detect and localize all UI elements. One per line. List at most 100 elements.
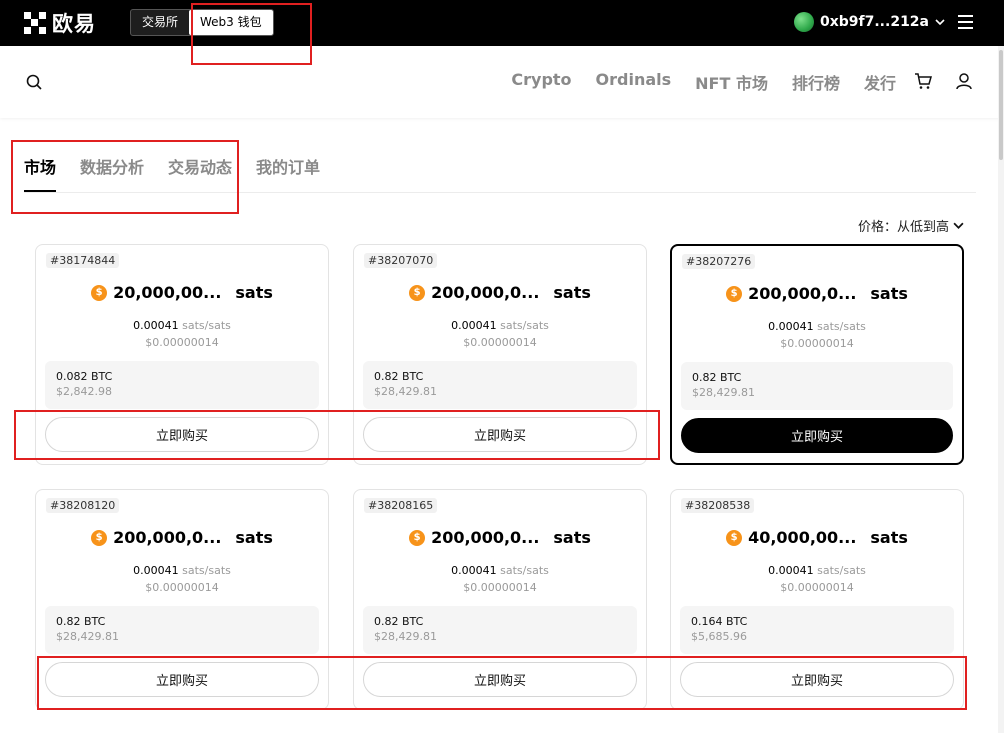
search-icon[interactable] [26, 74, 42, 90]
chevron-down-icon [953, 222, 964, 229]
amount-value: 200,000,0... [113, 528, 222, 547]
total-usd: $28,429.81 [374, 630, 437, 643]
wallet-address: 0xb9f7...212a [820, 14, 929, 30]
amount-unit: sats [553, 283, 591, 302]
total-btc: 0.082 BTC [56, 370, 113, 383]
total-price: 0.082 BTC $2,842.98 [45, 361, 319, 409]
unit-price: 0.00041 sats/sats [354, 564, 646, 577]
inscription-id: #38207276 [682, 254, 756, 269]
rate-unit: sats/sats [500, 319, 549, 332]
rate-value: 0.00041 [768, 320, 814, 333]
listing-amount: $ 200,000,0... sats [354, 283, 646, 302]
unit-price: 0.00041 sats/sats [354, 319, 646, 332]
coin-icon: $ [91, 529, 108, 546]
wallet-avatar [794, 12, 814, 32]
total-btc: 0.82 BTC [374, 370, 424, 383]
nav-nft-market[interactable]: NFT 市场 [695, 70, 768, 94]
inscription-id: #38208538 [681, 498, 755, 513]
total-usd: $28,429.81 [692, 386, 755, 399]
amount-unit: sats [870, 284, 908, 303]
total-price: 0.82 BTC $28,429.81 [363, 606, 637, 654]
annotation-box-buy-row-2 [37, 656, 967, 710]
logo-text: 欧易 [52, 12, 96, 36]
rate-value: 0.00041 [133, 564, 179, 577]
rate-unit: sats/sats [817, 564, 866, 577]
unit-price: 0.00041 sats/sats [36, 319, 328, 332]
unit-price-usd: $0.00000014 [780, 581, 854, 594]
listing-amount: $ 20,000,00... sats [36, 283, 328, 302]
okx-logo-icon [24, 12, 46, 34]
buy-now-button[interactable]: 立即购买 [681, 418, 953, 453]
unit-price-usd: $0.00000014 [463, 581, 537, 594]
total-usd: $28,429.81 [56, 630, 119, 643]
amount-unit: sats [553, 528, 591, 547]
unit-price-usd: $0.00000014 [463, 336, 537, 349]
okx-logo[interactable]: 欧易 [24, 10, 96, 36]
rate-unit: sats/sats [817, 320, 866, 333]
unit-price: 0.00041 sats/sats [672, 320, 962, 333]
exchange-tab[interactable]: 交易所 [131, 10, 189, 35]
cart-icon[interactable] [914, 72, 932, 90]
rate-value: 0.00041 [133, 319, 179, 332]
listing-amount: $ 200,000,0... sats [672, 284, 962, 303]
inscription-id: #38208120 [46, 498, 120, 513]
amount-value: 40,000,00... [748, 528, 857, 547]
sort-label: 价格：从低到高 [857, 220, 949, 235]
nav-launch[interactable]: 发行 [864, 70, 896, 94]
total-price: 0.82 BTC $28,429.81 [363, 361, 637, 409]
scrollbar-thumb[interactable] [999, 50, 1003, 160]
rate-value: 0.00041 [768, 564, 814, 577]
total-usd: $28,429.81 [374, 385, 437, 398]
nav-crypto[interactable]: Crypto [511, 70, 571, 94]
amount-value: 20,000,00... [113, 283, 222, 302]
amount-value: 200,000,0... [431, 283, 540, 302]
inscription-id: #38208165 [364, 498, 438, 513]
total-price: 0.82 BTC $28,429.81 [45, 606, 319, 654]
rate-value: 0.00041 [451, 319, 497, 332]
unit-price-usd: $0.00000014 [145, 581, 219, 594]
total-btc: 0.82 BTC [692, 371, 742, 384]
rate-unit: sats/sats [182, 564, 231, 577]
inscription-id: #38207070 [364, 253, 438, 268]
amount-unit: sats [870, 528, 908, 547]
tab-my-orders[interactable]: 我的订单 [256, 154, 320, 188]
coin-icon: $ [409, 284, 426, 301]
coin-icon: $ [726, 285, 743, 302]
nav-ordinals[interactable]: Ordinals [596, 70, 672, 94]
chevron-down-icon [935, 19, 945, 26]
top-bar: 欧易 交易所 Web3 钱包 0xb9f7...212a [0, 0, 1004, 46]
rate-unit: sats/sats [500, 564, 549, 577]
marketplace-nav: Crypto Ordinals NFT 市场 排行榜 发行 [0, 46, 1004, 118]
listing-amount: $ 40,000,00... sats [671, 528, 963, 547]
unit-price: 0.00041 sats/sats [671, 564, 963, 577]
amount-unit: sats [235, 528, 273, 547]
wallet-menu[interactable]: 0xb9f7...212a [794, 12, 945, 32]
unit-price-usd: $0.00000014 [780, 337, 854, 350]
rate-value: 0.00041 [451, 564, 497, 577]
coin-icon: $ [726, 529, 743, 546]
amount-value: 200,000,0... [748, 284, 857, 303]
annotation-box-buy-row-1 [14, 410, 660, 460]
listing-amount: $ 200,000,0... sats [354, 528, 646, 547]
user-icon[interactable] [955, 72, 973, 90]
total-btc: 0.82 BTC [56, 615, 106, 628]
annotation-box-web3-wallet [191, 3, 312, 65]
total-price: 0.164 BTC $5,685.96 [680, 606, 954, 654]
nav-ranking[interactable]: 排行榜 [792, 70, 840, 94]
menu-icon[interactable] [958, 15, 973, 29]
total-price: 0.82 BTC $28,429.81 [681, 362, 953, 410]
listing-card-selected[interactable]: #38207276 $ 200,000,0... sats 0.00041 sa… [670, 244, 964, 465]
amount-value: 200,000,0... [431, 528, 540, 547]
inscription-id: #38174844 [46, 253, 120, 268]
unit-price-usd: $0.00000014 [145, 336, 219, 349]
amount-unit: sats [235, 283, 273, 302]
sort-dropdown[interactable]: 价格：从低到高 [858, 216, 964, 235]
total-btc: 0.164 BTC [691, 615, 748, 628]
total-usd: $2,842.98 [56, 385, 112, 398]
nav-links: Crypto Ordinals NFT 市场 排行榜 发行 [511, 70, 896, 94]
total-btc: 0.82 BTC [374, 615, 424, 628]
unit-price: 0.00041 sats/sats [36, 564, 328, 577]
total-usd: $5,685.96 [691, 630, 747, 643]
rate-unit: sats/sats [182, 319, 231, 332]
coin-icon: $ [91, 284, 108, 301]
